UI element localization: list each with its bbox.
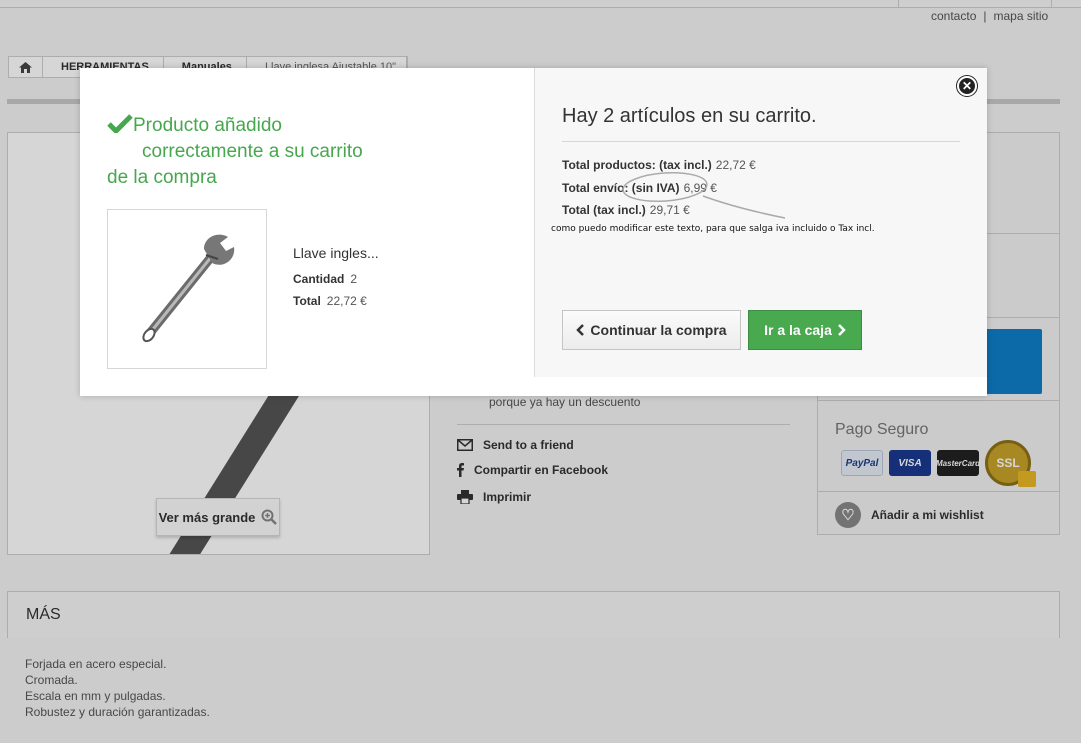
quantity-value: 2 (350, 272, 358, 286)
total-label: Total (293, 294, 321, 308)
close-icon[interactable]: ✕ (957, 76, 977, 96)
continue-shopping-button[interactable]: Continuar la compra (562, 310, 741, 350)
cart-count-title: Hay 2 artículos en su carrito. (562, 105, 817, 127)
checkout-button[interactable]: Ir a la caja (748, 310, 862, 350)
hand-drawn-annotation-mark (622, 171, 786, 219)
wrench-image (142, 234, 235, 343)
product-quantity: Cantidad 2 (293, 272, 357, 286)
quantity-label: Cantidad (293, 272, 345, 286)
success-message: Producto añadido correctamente a su carr… (107, 113, 427, 191)
product-thumbnail (107, 209, 267, 369)
success-line-3: de la compra (107, 167, 217, 188)
checkout-label: Ir a la caja (764, 322, 832, 338)
chevron-left-icon (576, 324, 585, 336)
product-name: Llave ingles... (293, 245, 379, 261)
chevron-right-icon (837, 324, 846, 336)
modal-cart-panel: Hay 2 artículos en su carrito. Total pro… (534, 68, 987, 377)
product-total: Total 22,72 € (293, 294, 367, 308)
annotation-note: como puedo modificar este texto, para qu… (551, 224, 875, 234)
added-to-cart-modal: Producto añadido correctamente a su carr… (80, 68, 987, 396)
continue-shopping-label: Continuar la compra (590, 322, 727, 338)
success-line-1: Producto añadido (133, 115, 282, 136)
checkmark-icon (107, 114, 133, 133)
modal-product-panel: Producto añadido correctamente a su carr… (80, 68, 534, 396)
cart-divider (562, 141, 960, 142)
total-value: 22,72 € (326, 294, 367, 308)
success-line-2: correctamente a su carrito (142, 141, 363, 162)
